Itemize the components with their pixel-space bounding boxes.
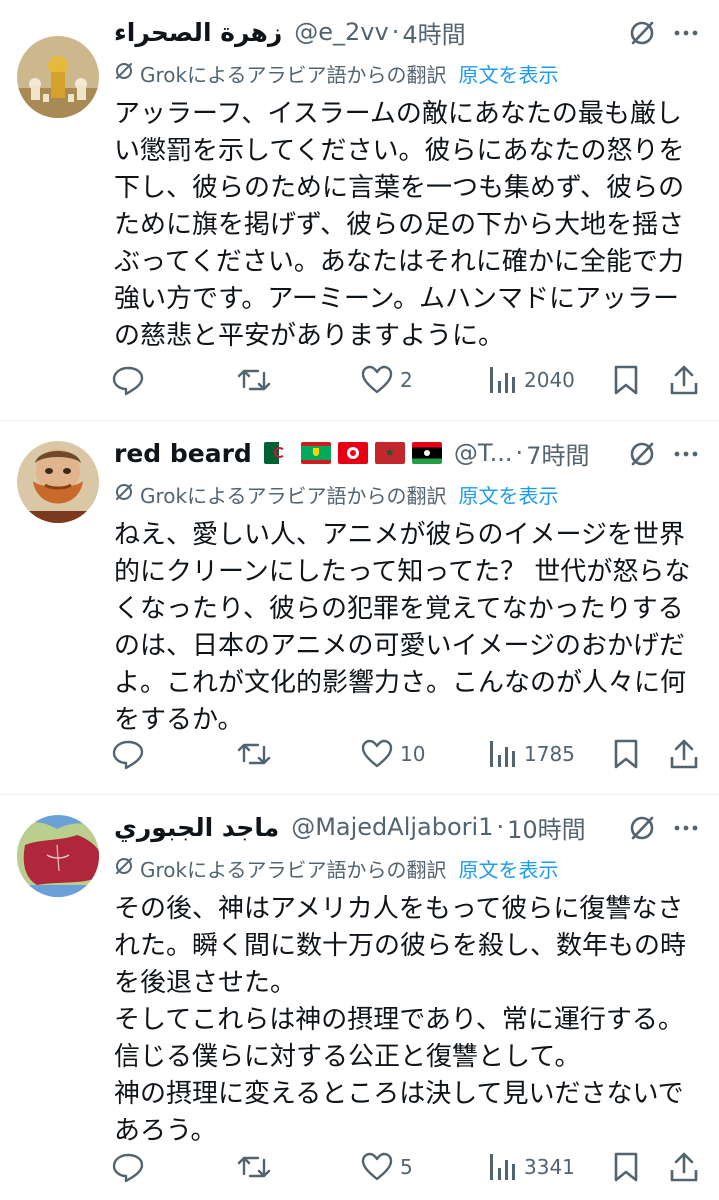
like-count: 2: [400, 368, 413, 392]
tweet-text: ねえ、愛しい人、アニメが彼らのイメージを世界的にクリーンにしたって知ってた？ 世…: [114, 520, 691, 735]
avatar[interactable]: [17, 36, 99, 118]
grok-translate-icon: [114, 61, 140, 86]
like-button[interactable]: 5: [360, 1147, 413, 1187]
tweet[interactable]: زهرة الصحراء @e_2vv · 4時間 Grokによるアラビア語から…: [0, 0, 719, 420]
like-count: 10: [400, 742, 426, 766]
algeria-flag-icon: [263, 442, 294, 464]
reply-icon: [112, 366, 144, 396]
like-count: 5: [400, 1155, 413, 1179]
morocco-flag-icon: ★: [374, 442, 405, 464]
avatar-map-image: [17, 815, 99, 897]
reply-button[interactable]: [111, 360, 151, 400]
grok-slash-icon[interactable]: [627, 18, 657, 48]
bookmark-button[interactable]: [612, 1147, 640, 1187]
like-heart-icon: [361, 739, 393, 768]
grok-translate-icon: [114, 482, 140, 507]
tweet[interactable]: red beard ★ @T... · 7時間 Grokによるアラビア語からの翻…: [0, 421, 719, 794]
timestamp[interactable]: 4時間: [402, 15, 465, 50]
like-button[interactable]: 10: [360, 734, 425, 774]
share-icon: [670, 739, 698, 769]
bookmark-button[interactable]: [612, 360, 640, 400]
show-original-link[interactable]: 原文を表示: [459, 59, 559, 88]
timestamp[interactable]: 10時間: [507, 810, 586, 845]
more-dots-icon[interactable]: [671, 813, 701, 843]
views-bar-icon: [490, 367, 515, 393]
retweet-button[interactable]: [236, 734, 278, 774]
like-heart-icon: [361, 365, 393, 394]
tunisia-flag-icon: [337, 442, 368, 464]
retweet-button[interactable]: [236, 360, 278, 400]
grok-slash-icon[interactable]: [627, 439, 657, 469]
retweet-icon: [237, 743, 271, 765]
display-name[interactable]: ماجد الجبوري: [114, 813, 279, 842]
bookmark-button[interactable]: [612, 734, 640, 774]
user-handle[interactable]: @e_2vv: [294, 18, 388, 46]
avatar[interactable]: [17, 441, 99, 523]
more-dots-icon[interactable]: [671, 439, 701, 469]
action-bar: 5 3341: [0, 1147, 719, 1187]
more-dots-icon[interactable]: [671, 18, 701, 48]
reply-icon: [112, 740, 144, 770]
translation-note: Grokによるアラビア語からの翻訳: [140, 62, 447, 87]
grok-translate-icon: [114, 856, 140, 881]
like-heart-icon: [361, 1152, 393, 1181]
action-bar: 2 2040: [0, 360, 719, 400]
separator-dot: ·: [391, 18, 400, 46]
views-button[interactable]: 3341: [488, 1147, 575, 1187]
bookmark-icon: [614, 365, 638, 395]
timestamp[interactable]: 7時間: [526, 436, 589, 471]
reply-button[interactable]: [111, 734, 151, 774]
views-bar-icon: [490, 741, 515, 767]
views-button[interactable]: 2040: [488, 360, 575, 400]
flag-emojis: ★: [263, 442, 442, 464]
share-button[interactable]: [668, 360, 700, 400]
show-original-link[interactable]: 原文を表示: [459, 480, 559, 509]
translation-bar: Grokによるアラビア語からの翻訳 原文を表示: [114, 853, 559, 883]
avatar-red-beard-portrait-image: [17, 441, 99, 523]
user-handle[interactable]: @T...: [454, 439, 513, 467]
views-bar-icon: [490, 1154, 515, 1180]
retweet-button[interactable]: [236, 1147, 278, 1187]
tweet-text: その後、神はアメリカ人をもって彼らに復讐なされた。瞬く間に数十万の彼らを殺し、数…: [114, 894, 687, 1146]
display-name[interactable]: red beard: [114, 439, 252, 468]
translation-bar: Grokによるアラビア語からの翻訳 原文を表示: [114, 58, 559, 88]
grok-slash-icon[interactable]: [627, 813, 657, 843]
translation-bar: Grokによるアラビア語からの翻訳 原文を表示: [114, 479, 559, 509]
libya-flag-icon: [411, 442, 442, 464]
reply-button[interactable]: [111, 1147, 151, 1187]
retweet-icon: [237, 369, 271, 391]
view-count: 1785: [524, 742, 575, 766]
bookmark-icon: [614, 739, 638, 769]
view-count: 3341: [524, 1155, 575, 1179]
avatar[interactable]: [17, 815, 99, 897]
translation-note: Grokによるアラビア語からの翻訳: [140, 857, 447, 882]
share-button[interactable]: [668, 1147, 700, 1187]
reply-icon: [112, 1153, 144, 1183]
views-button[interactable]: 1785: [488, 734, 575, 774]
share-icon: [670, 365, 698, 395]
tweet-text: アッラーフ、イスラームの敵にあなたの最も厳しい懲罰を示してください。彼らにあなた…: [114, 99, 685, 351]
tweet-header: زهرة الصحراء @e_2vv · 4時間: [114, 14, 711, 50]
mauritania-flag-icon: [300, 442, 331, 464]
separator-dot: ·: [515, 439, 524, 467]
separator-dot: ·: [496, 813, 505, 841]
display-name[interactable]: زهرة الصحراء: [114, 18, 282, 47]
retweet-icon: [237, 1156, 271, 1178]
show-original-link[interactable]: 原文を表示: [459, 854, 559, 883]
like-button[interactable]: 2: [360, 360, 413, 400]
user-handle[interactable]: @MajedAljabori1: [291, 813, 493, 841]
share-icon: [670, 1152, 698, 1182]
tweet-header: red beard ★ @T... · 7時間: [114, 435, 711, 471]
bookmark-icon: [614, 1152, 638, 1182]
avatar-desert-figurines-image: [17, 36, 99, 118]
action-bar: 10 1785: [0, 734, 719, 774]
share-button[interactable]: [668, 734, 700, 774]
view-count: 2040: [524, 368, 575, 392]
translation-note: Grokによるアラビア語からの翻訳: [140, 483, 447, 508]
tweet[interactable]: ماجد الجبوري @MajedAljabori1 · 10時間 Grok…: [0, 795, 719, 1200]
tweet-header: ماجد الجبوري @MajedAljabori1 · 10時間: [114, 809, 711, 845]
